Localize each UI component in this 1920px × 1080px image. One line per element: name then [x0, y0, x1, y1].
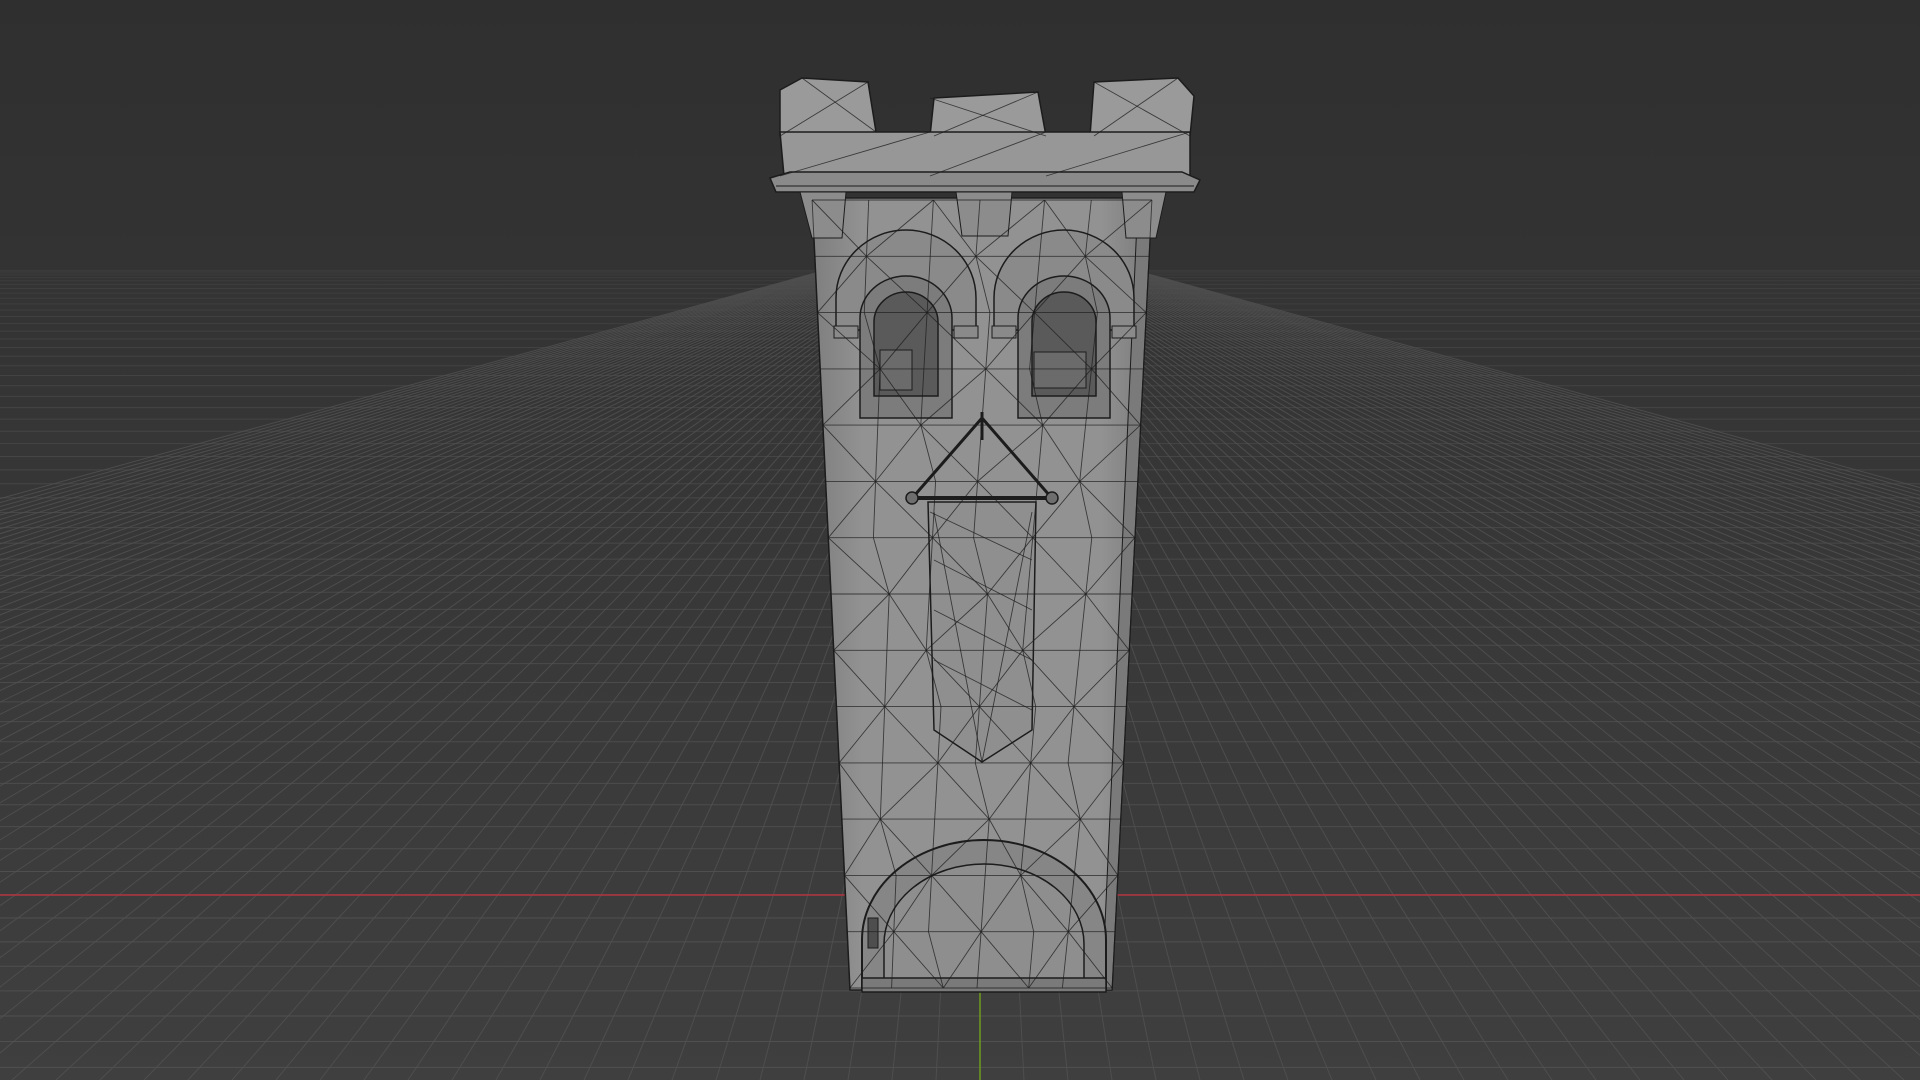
- window-right-capital-r: [1111, 325, 1137, 339]
- door-lantern: [867, 917, 879, 949]
- rod-end-right: [1045, 491, 1059, 505]
- window-left-capital-r: [953, 325, 979, 339]
- battlement-wall[interactable]: [779, 131, 1191, 177]
- rod-end-left: [905, 491, 919, 505]
- window-left-capital-l: [833, 325, 859, 339]
- battlement-block-center[interactable]: [929, 91, 1047, 137]
- window-right-capital-l: [991, 325, 1017, 339]
- viewport-canvas[interactable]: [0, 0, 1920, 1080]
- door-step: [861, 977, 1107, 993]
- window-right-barrel: [1033, 351, 1087, 389]
- hanging-banner[interactable]: [927, 501, 1037, 763]
- battlement-block-right[interactable]: [1089, 77, 1195, 137]
- window-left-barrel: [879, 349, 913, 391]
- 3d-viewport[interactable]: [0, 0, 1920, 1080]
- corbel-center: [955, 191, 1013, 237]
- cornice-ledge[interactable]: [768, 171, 1202, 193]
